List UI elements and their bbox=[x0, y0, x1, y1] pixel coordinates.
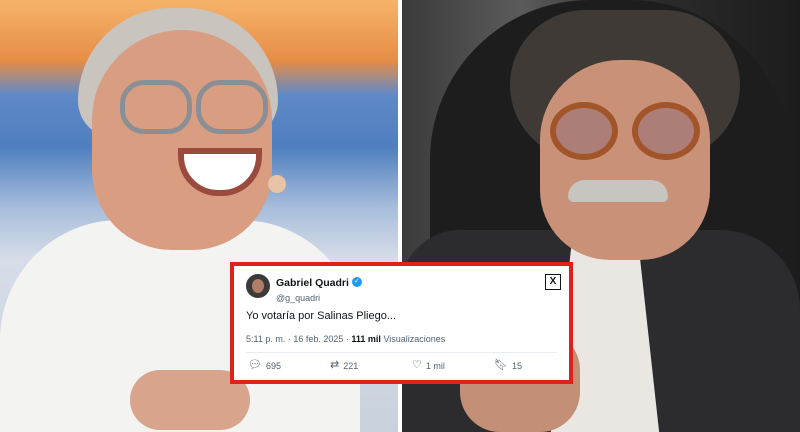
retweet-icon: ⇄ bbox=[330, 359, 340, 371]
retweet-count: 221 bbox=[343, 360, 359, 371]
divider bbox=[246, 352, 557, 353]
serious-face bbox=[540, 60, 710, 260]
bookmark-icon: 🔖︎ bbox=[494, 359, 508, 371]
glasses-right-lens bbox=[196, 80, 268, 134]
glasses-left-lens bbox=[550, 102, 618, 160]
retweet-button[interactable]: ⇄ 221 bbox=[330, 360, 358, 371]
timestamp[interactable]: 5:11 p. m. · 16 feb. 2025 · bbox=[246, 334, 351, 344]
bookmark-count: 15 bbox=[511, 360, 522, 371]
views-label: Visualizaciones bbox=[380, 334, 446, 344]
mustache bbox=[568, 180, 668, 202]
display-name[interactable]: Gabriel Quadri bbox=[276, 277, 349, 289]
verified-icon: ✓ bbox=[351, 276, 362, 287]
laughing-face bbox=[92, 30, 272, 250]
reply-icon: 💬︎ bbox=[248, 359, 262, 371]
user-block: Gabriel Quadri ✓ @g_quadri bbox=[276, 273, 362, 303]
headset-mic bbox=[268, 175, 286, 193]
avatar[interactable] bbox=[246, 274, 270, 298]
like-count: 1 mil bbox=[425, 360, 445, 371]
tweet-card[interactable]: Gabriel Quadri ✓ @g_quadri X Yo votaría p… bbox=[230, 262, 573, 384]
tweet-meta: 5:11 p. m. · 16 feb. 2025 · 111 mil Visu… bbox=[246, 334, 445, 344]
reply-count: 695 bbox=[265, 360, 281, 371]
reply-button[interactable]: 💬︎ 695 bbox=[248, 360, 281, 371]
like-button[interactable]: ♡ 1 mil bbox=[412, 360, 445, 371]
heart-icon: ♡ bbox=[412, 359, 422, 371]
views-count: 111 mil bbox=[351, 334, 381, 344]
action-bar: 💬︎ 695 ⇄ 221 ♡ 1 mil 🔖︎ 15 bbox=[246, 360, 557, 374]
handle[interactable]: @g_quadri bbox=[276, 293, 362, 303]
bookmark-button[interactable]: 🔖︎ 15 bbox=[494, 360, 522, 371]
tweet-text: Yo votaría por Salinas Pliego... bbox=[246, 310, 397, 322]
glasses-right-lens bbox=[632, 102, 700, 160]
x-logo-icon[interactable]: X bbox=[545, 274, 561, 290]
glasses-left-lens bbox=[120, 80, 192, 134]
